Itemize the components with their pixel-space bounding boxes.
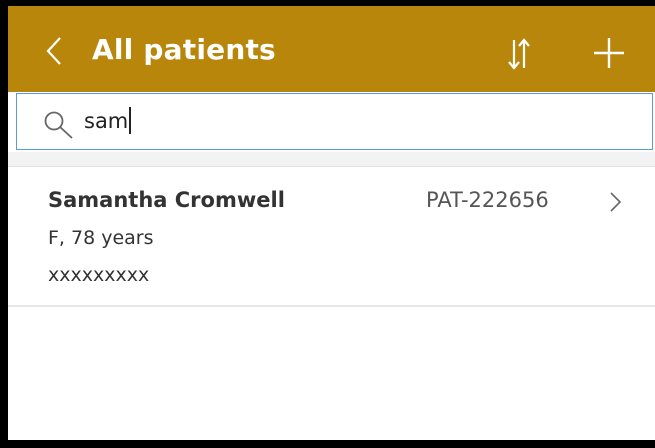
add-patient-button[interactable] bbox=[592, 36, 626, 70]
plus-icon bbox=[594, 38, 624, 68]
patient-id: PAT-222656 bbox=[426, 188, 549, 212]
back-button[interactable] bbox=[42, 34, 66, 68]
app-screen: All patients sam Samantha Cromwell PAT-2… bbox=[8, 6, 655, 440]
list-spacer bbox=[8, 152, 655, 167]
search-icon bbox=[44, 111, 73, 139]
sort-arrows-icon bbox=[508, 38, 530, 70]
search-input[interactable]: sam bbox=[84, 107, 132, 135]
chevron-left-icon bbox=[46, 37, 61, 65]
search-bar[interactable]: sam bbox=[16, 93, 653, 150]
patient-name: Samantha Cromwell bbox=[48, 188, 285, 212]
sort-button[interactable] bbox=[505, 36, 533, 72]
search-query-text: sam bbox=[84, 109, 129, 133]
page-title: All patients bbox=[92, 33, 276, 66]
text-caret bbox=[129, 107, 132, 134]
patient-extra-info: xxxxxxxxx bbox=[48, 264, 150, 286]
patient-list-item[interactable]: Samantha Cromwell PAT-222656 F, 78 years… bbox=[8, 167, 655, 307]
chevron-right-icon bbox=[610, 192, 622, 212]
top-bar: All patients bbox=[8, 6, 655, 92]
patient-details: F, 78 years bbox=[48, 227, 154, 249]
